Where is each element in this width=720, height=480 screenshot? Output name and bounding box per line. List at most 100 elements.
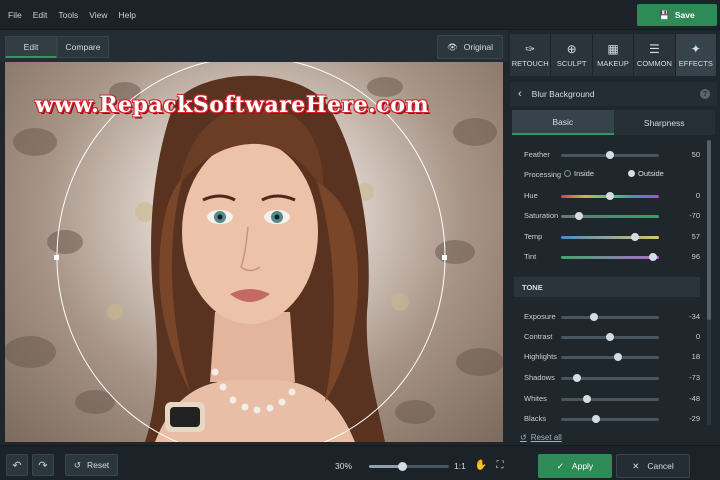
save-icon: 💾	[659, 9, 670, 20]
tab-makeup[interactable]: ▦ MAKEUP	[592, 34, 635, 76]
check-icon: ✓	[556, 460, 564, 471]
menu-view[interactable]: View	[89, 10, 107, 20]
panel-scrollbar[interactable]	[707, 140, 711, 425]
blacks-value: -29	[689, 414, 700, 423]
exposure-slider-row: Exposure -34	[524, 310, 706, 324]
contrast-slider[interactable]	[561, 333, 659, 341]
reset-all-label: Reset all	[530, 433, 562, 442]
saturation-slider[interactable]	[561, 212, 659, 220]
feather-slider[interactable]	[561, 151, 659, 159]
retouch-brush-icon: ✑	[525, 41, 536, 56]
zoom-knob[interactable]	[398, 462, 408, 471]
tint-slider[interactable]	[561, 253, 659, 261]
highlights-slider[interactable]	[561, 353, 659, 361]
exposure-knob[interactable]	[590, 313, 599, 321]
menu-bar: File Edit Tools View Help 💾 Save	[0, 0, 720, 30]
makeup-icon: ▦	[607, 41, 619, 56]
blacks-label: Blacks	[524, 414, 547, 423]
shadows-slider-row: Shadows -73	[524, 371, 706, 385]
tab-edit[interactable]: Edit	[5, 36, 57, 58]
tint-value: 96	[691, 252, 700, 261]
temp-value: 57	[691, 232, 700, 241]
portrait-image	[5, 62, 503, 442]
redo-icon[interactable]: ↷	[32, 454, 54, 476]
tab-basic[interactable]: Basic	[512, 110, 614, 135]
radio-outside[interactable]: Outside	[628, 169, 664, 178]
whites-value: -48	[689, 394, 700, 403]
hue-knob[interactable]	[606, 192, 614, 200]
exposure-label: Exposure	[524, 312, 556, 321]
fit-screen-icon[interactable]: ⛶	[494, 459, 506, 471]
eye-icon: 👁	[446, 41, 458, 52]
apply-button[interactable]: ✓ Apply	[538, 454, 612, 478]
menu-items: File Edit Tools View Help	[8, 10, 147, 20]
apply-label: Apply	[571, 461, 594, 471]
panel-title: Blur Background	[531, 89, 595, 99]
radio-dot	[564, 170, 571, 177]
menu-help[interactable]: Help	[118, 10, 135, 20]
menu-file[interactable]: File	[8, 10, 22, 20]
tool-label: EFFECTS	[678, 58, 713, 68]
saturation-value: -70	[689, 211, 700, 220]
whites-slider[interactable]	[561, 395, 659, 403]
tone-section-header: TONE	[514, 277, 700, 297]
reset-label: Reset	[86, 460, 110, 470]
tab-retouch[interactable]: ✑ RETOUCH	[510, 34, 552, 76]
help-icon[interactable]: ?	[700, 89, 710, 99]
cancel-button[interactable]: ✕ Cancel	[616, 454, 690, 478]
hue-slider[interactable]	[561, 192, 659, 200]
temp-slider[interactable]	[561, 233, 659, 241]
contrast-knob[interactable]	[606, 333, 614, 341]
tab-sharpness[interactable]: Sharpness	[613, 110, 715, 135]
highlights-knob[interactable]	[613, 353, 622, 361]
menu-edit[interactable]: Edit	[33, 10, 48, 20]
sculpt-icon: ⊕	[566, 41, 577, 56]
zoom-slider[interactable]	[369, 462, 449, 471]
back-chevron-icon[interactable]: ‹	[518, 88, 522, 100]
zoom-level: 30%	[335, 461, 353, 471]
actual-size-button[interactable]: 1:1	[454, 461, 466, 471]
contrast-slider-row: Contrast 0	[524, 330, 706, 344]
shadows-knob[interactable]	[572, 374, 581, 382]
tab-effects[interactable]: ✦ EFFECTS	[675, 34, 718, 76]
sliders-icon: ☰	[649, 41, 660, 56]
close-icon: ✕	[632, 460, 640, 471]
radio-inside[interactable]: Inside	[564, 169, 594, 178]
hue-value: 0	[695, 191, 700, 200]
save-button[interactable]: 💾 Save	[637, 4, 717, 26]
photo-canvas[interactable]: www.RepackSoftwareHere.com	[5, 62, 503, 442]
reset-button[interactable]: ↺ Reset	[65, 454, 118, 476]
menu-tools[interactable]: Tools	[58, 10, 78, 20]
tab-sculpt[interactable]: ⊕ SCULPT	[551, 34, 593, 76]
bottom-bar: ↶ ↷ ↺ Reset 30% 1:1 ✋ ⛶ ✓ Apply ✕ Cancel	[0, 445, 720, 480]
effects-icon: ✦	[690, 41, 701, 56]
scrollbar-thumb[interactable]	[707, 140, 711, 320]
tab-compare[interactable]: Compare	[57, 36, 109, 58]
saturation-knob[interactable]	[574, 212, 583, 220]
whites-label: Whites	[524, 394, 547, 403]
tint-label: Tint	[524, 252, 537, 261]
highlights-value: 18	[691, 352, 700, 361]
tint-slider-row: Tint 96	[524, 250, 706, 264]
radio-outside-label: Outside	[638, 169, 664, 178]
hand-tool-icon[interactable]: ✋	[475, 459, 487, 471]
reset-all-link[interactable]: ↺ Reset all	[520, 433, 562, 442]
blacks-slider[interactable]	[561, 415, 659, 423]
tint-knob[interactable]	[649, 253, 658, 261]
original-button[interactable]: 👁 Original	[437, 35, 503, 59]
radio-inside-label: Inside	[574, 169, 595, 178]
feather-knob[interactable]	[606, 151, 614, 159]
whites-knob[interactable]	[583, 395, 592, 403]
exposure-slider[interactable]	[561, 313, 659, 321]
shadows-slider[interactable]	[561, 374, 659, 382]
tool-label: COMMON	[636, 58, 672, 68]
temp-knob[interactable]	[630, 233, 639, 241]
undo-icon[interactable]: ↶	[6, 454, 28, 476]
exposure-value: -34	[689, 312, 700, 321]
processing-label: Processing	[524, 170, 562, 179]
watermark-text: www.RepackSoftwareHere.com	[35, 92, 430, 118]
tab-common[interactable]: ☰ COMMON	[634, 34, 676, 76]
hue-slider-row: Hue 0	[524, 189, 706, 203]
temp-slider-row: Temp 57	[524, 230, 706, 244]
blacks-knob[interactable]	[592, 415, 601, 423]
